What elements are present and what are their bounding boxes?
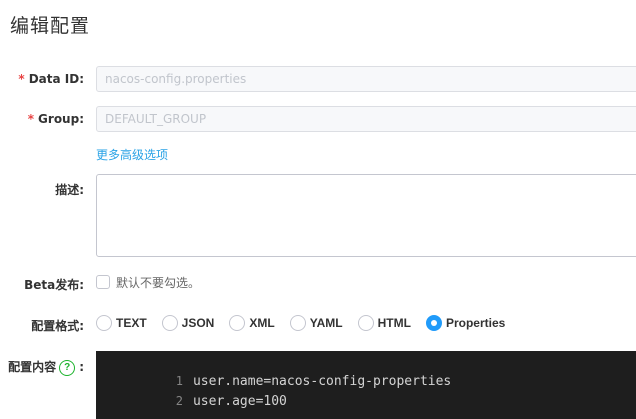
required-mark: * (27, 112, 35, 126)
edit-config-page: 编辑配置 * Data ID: nacos-config.properties *… (0, 0, 636, 419)
format-option-text[interactable]: TEXT (96, 315, 147, 331)
beta-hint: 默认不要勾选。 (116, 276, 201, 290)
format-radio-group: TEXT JSON XML YAML HTML Properties (96, 314, 520, 332)
more-advanced-options-link[interactable]: 更多高级选项 (96, 146, 168, 163)
format-option-label: HTML (377, 316, 411, 330)
page-title: 编辑配置 (10, 15, 91, 37)
line-code: user.age=100 (192, 394, 287, 409)
radio-button[interactable] (161, 315, 178, 331)
editor-line: 1 user.name=nacos-config-properties (96, 351, 452, 389)
line-number: 2 (175, 394, 183, 408)
group-input[interactable]: DEFAULT_GROUP (96, 106, 636, 132)
format-option-html[interactable]: HTML (357, 315, 411, 331)
editor-line: 2 user.age=100 (96, 371, 287, 409)
description-label: 描述: (55, 183, 84, 197)
radio-button[interactable] (229, 315, 246, 331)
format-label: 配置格式: (31, 319, 84, 333)
question-circle-icon[interactable]: ? (59, 359, 76, 376)
data-id-label-text: Data ID: (28, 72, 84, 86)
group-label: * Group: (0, 112, 84, 126)
group-label-text: Group: (38, 112, 84, 126)
format-option-label: YAML (309, 316, 343, 330)
beta-label: Beta发布: (24, 278, 84, 292)
description-textarea[interactable] (96, 174, 636, 257)
radio-button[interactable] (357, 315, 374, 331)
data-id-label: * Data ID: (0, 72, 84, 86)
format-option-label: TEXT (116, 316, 147, 330)
radio-button[interactable] (289, 315, 306, 331)
format-option-label: Properties (445, 316, 506, 330)
data-id-input[interactable]: nacos-config.properties (96, 66, 636, 92)
format-option-xml[interactable]: XML (229, 315, 275, 331)
format-option-json[interactable]: JSON (161, 315, 215, 331)
content-label-text: 配置内容 (8, 360, 57, 374)
content-label-colon: : (79, 360, 84, 374)
format-option-label: JSON (181, 316, 215, 330)
radio-button[interactable] (96, 315, 112, 331)
format-option-properties[interactable]: Properties (425, 315, 506, 331)
radio-button-checked[interactable] (425, 315, 442, 331)
format-option-label: XML (249, 316, 275, 330)
beta-checkbox[interactable] (96, 275, 110, 289)
code-editor[interactable]: 1 user.name=nacos-config-properties 2 user… (96, 351, 636, 419)
content-label: 配置内容?: (0, 358, 84, 376)
required-mark: * (18, 72, 25, 86)
format-option-yaml[interactable]: YAML (289, 315, 343, 331)
